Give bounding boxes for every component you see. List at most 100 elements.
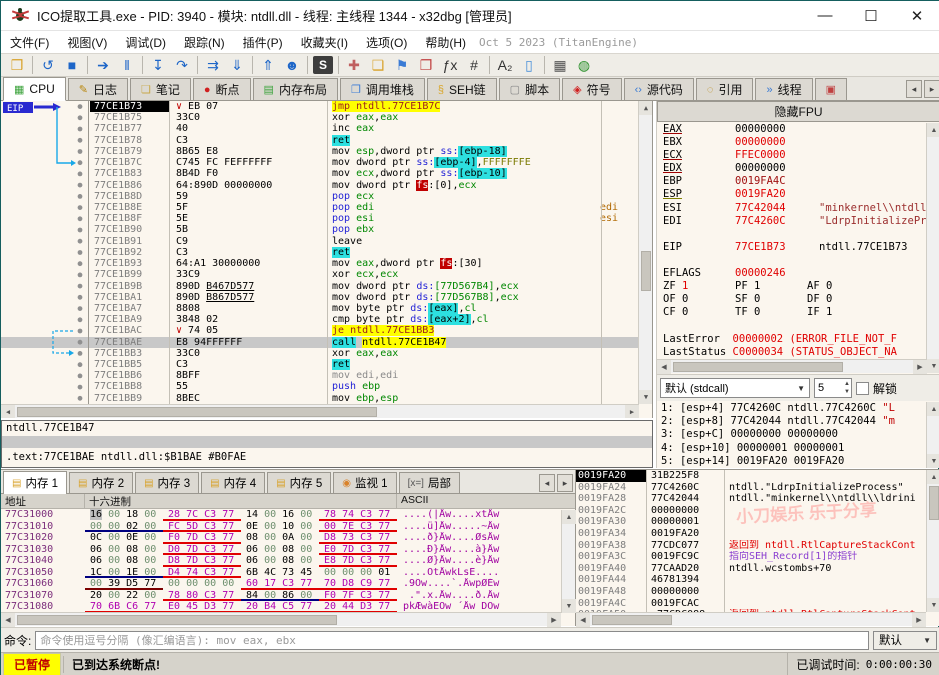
dump-hscrollbar[interactable]: ◀ ▶ — [1, 612, 561, 627]
tab-script[interactable]: ▢ 脚本 — [498, 78, 561, 100]
disasm-row[interactable]: 77CE1B92 C3 ret — [1, 246, 639, 258]
pause-button[interactable]: ‖ — [115, 54, 139, 76]
command-profile-select[interactable]: 默认 ▼ — [873, 630, 937, 650]
maximize-button[interactable]: ☐ — [848, 1, 894, 30]
stack-vscrollbar[interactable]: ▲ ▼ — [926, 470, 939, 612]
dump-tab-scroll-left-icon[interactable]: ◂ — [539, 474, 555, 492]
bookmarks-button[interactable]: ❐ — [414, 54, 438, 76]
trace-button[interactable]: S — [313, 56, 333, 74]
disasm-row[interactable]: 77CE1B73 ∨ EB 07 jmp ntdll.77CE1B7C — [1, 101, 639, 113]
dump-row[interactable]: 77C31020 0C 00 0E 00 F0 7D C3 77 08 00 0A 0… — [1, 532, 575, 544]
register-row-eip[interactable]: EIP 77CE1B73 ntdll.77CE1B73 — [657, 241, 927, 254]
disasm-row[interactable]: 77CE1BA1 890D B867D577 mov dword ptr ds:[7… — [1, 292, 639, 303]
scroll-right-icon[interactable]: ▶ — [912, 613, 926, 627]
disasm-row[interactable]: 77CE1B75 33C0 xor eax,eax — [1, 112, 639, 123]
disasm-row[interactable]: 77CE1BB5 C3 ret — [1, 359, 639, 371]
step-into-button[interactable]: ↧ — [146, 54, 170, 76]
scroll-up-icon[interactable]: ▲ — [639, 101, 652, 115]
comments-button[interactable]: ❏ — [366, 54, 390, 76]
disasm-row[interactable]: 77CE1BAC ∨ 74 05 je ntdll.77CE1BB3 — [1, 325, 639, 337]
stack-row[interactable]: 0019FA3C 0019FC9C 指向SEH_Record[1]的指针 — [576, 551, 939, 563]
last-status-row[interactable]: LastStatus C0000034 (STATUS_OBJECT_NA — [657, 346, 927, 359]
hide-fpu-button[interactable]: 隐藏FPU — [657, 101, 939, 122]
tab-breakpoints[interactable]: ● 断点 — [192, 78, 251, 100]
disasm-hscrollbar[interactable]: ◀ ▶ — [1, 404, 639, 418]
dump-vscrollbar[interactable]: ▲ ▼ — [561, 510, 576, 613]
flags-row[interactable]: ZF 1 PF 1 AF 0 — [657, 280, 927, 293]
dump-row[interactable]: 77C31040 06 00 08 00 D8 7D C3 77 06 00 08 0… — [1, 555, 575, 567]
disasm-row[interactable]: 77CE1B8D 59 pop ecx — [1, 191, 639, 202]
scroll-right-icon[interactable]: ▶ — [913, 360, 927, 374]
register-row-ebx[interactable]: EBX 00000000 — [657, 136, 927, 149]
disasm-row[interactable]: 77CE1B86 64:890D 00000000 mov dword ptr fs… — [1, 179, 639, 191]
argument-list[interactable]: 1: [esp+4] 77C4260C ntdll.77C4260C "L 2: … — [657, 402, 927, 468]
functions-button[interactable]: ƒx — [438, 54, 462, 76]
globe-button[interactable]: ◍ — [572, 54, 596, 76]
disasm-row[interactable]: 77CE1B90 5B pop ebx — [1, 224, 639, 235]
argument-count-stepper[interactable]: 5 ▲ ▼ — [814, 378, 852, 398]
tab-handles[interactable]: ▣ — [814, 78, 848, 100]
registers-vscrollbar[interactable]: ▲ ▼ — [926, 123, 939, 373]
stop-button[interactable]: ■ — [60, 54, 84, 76]
dump-rows[interactable]: 77C31000 16 00 18 00 28 7C C3 77 14 00 16 0… — [1, 509, 575, 612]
scroll-left-icon[interactable]: ◀ — [657, 360, 671, 374]
menu-n[interactable]: 跟踪(N) — [175, 32, 234, 53]
dump-tab-memory-1[interactable]: ▤ 内存 1 — [3, 471, 68, 494]
scroll-down-icon[interactable]: ▼ — [562, 599, 576, 613]
disasm-row[interactable]: 77CE1B8E 5F pop edi edi — [1, 202, 639, 213]
scroll-left-icon[interactable]: ◀ — [1, 613, 15, 627]
stack-rows[interactable]: 0019FA20 31B225F8 0019FA24 77C4260C ntdll."L… — [576, 470, 939, 612]
stack-row[interactable]: 0019FA48 00000000 — [576, 585, 939, 598]
unlock-checkbox[interactable] — [856, 381, 869, 395]
dump-row[interactable]: 77C31030 06 00 08 00 D0 7D C3 77 06 00 08 0… — [1, 544, 575, 556]
stack-row[interactable]: 0019FA30 00000001 — [576, 516, 939, 528]
disasm-row[interactable]: 77CE1B8F 5E pop esi esi — [1, 213, 639, 224]
scroll-down-icon[interactable]: ▼ — [927, 454, 939, 468]
hash-button[interactable]: # — [462, 54, 486, 76]
disasm-row[interactable]: 77CE1B7C C745 FC FEFFFFFF mov dword ptr ss… — [1, 157, 639, 169]
stack-row[interactable]: 0019FA2C 00000000 — [576, 504, 939, 517]
stack-row[interactable]: 0019FA38 77CDC077 返回到 ntdll.RtlCaptureStac… — [576, 539, 939, 552]
scroll-up-icon[interactable]: ▲ — [927, 402, 939, 416]
stack-row[interactable]: 0019FA24 77C4260C ntdll."LdrpInitializePro… — [576, 481, 939, 494]
scroll-down-icon[interactable]: ▼ — [927, 359, 939, 373]
tab-memory-map[interactable]: ▤ 内存布局 — [252, 78, 338, 100]
stack-row[interactable]: 0019FA34 0019FA20 — [576, 527, 939, 540]
argument-row[interactable]: 4: [esp+10] 00000001 00000001 — [657, 442, 927, 455]
disasm-row[interactable]: 77CE1B83 8B4D F0 mov ecx,dword ptr ss:[ebp… — [1, 168, 639, 180]
disassembly-pane[interactable]: 77CE1B73 ∨ EB 07 jmp ntdll.77CE1B7C 77CE1B7… — [1, 101, 653, 418]
font-button[interactable]: A₂ — [493, 54, 517, 76]
tab-threads[interactable]: » 线程 — [755, 78, 813, 100]
disasm-row[interactable]: 77CE1BB9 8BEC mov ebp,esp — [1, 393, 639, 404]
disasm-row[interactable]: 77CE1B78 C3 ret — [1, 134, 639, 146]
scroll-left-icon[interactable]: ◀ — [576, 613, 590, 627]
open-file-button[interactable]: ❒ — [5, 54, 29, 76]
disasm-row[interactable]: 77CE1B77 40 inc eax — [1, 123, 639, 134]
disasm-row[interactable]: 77CE1BAE E8 94FFFFFF call ntdll.77CE1B47 — [1, 336, 639, 348]
menu-h[interactable]: 帮助(H) — [416, 32, 475, 53]
dump-tab-memory-4[interactable]: ▤ 内存 4 — [201, 472, 266, 493]
disasm-row[interactable]: 77CE1BB6 8BFF mov edi,edi — [1, 370, 639, 381]
dump-tab-memory-2[interactable]: ▤ 内存 2 — [69, 472, 134, 493]
menu-p[interactable]: 插件(P) — [234, 32, 292, 53]
disassembly-rows[interactable]: 77CE1B73 ∨ EB 07 jmp ntdll.77CE1B7C 77CE1B7… — [1, 101, 639, 404]
register-row-edi[interactable]: EDI 77C4260C "LdrpInitializePro — [657, 215, 927, 228]
disasm-row[interactable]: 77CE1BB8 55 push ebp — [1, 381, 639, 392]
step-over-button[interactable]: ↷ — [170, 54, 194, 76]
scroll-left-icon[interactable]: ◀ — [1, 405, 15, 418]
tab-scroll-left-icon[interactable]: ◂ — [906, 80, 922, 98]
stack-row[interactable]: 0019FA4C 0019FCAC — [576, 597, 939, 610]
dump-tab-scroll-right-icon[interactable]: ▸ — [557, 474, 573, 492]
scroll-down-icon[interactable]: ▼ — [927, 598, 939, 612]
dump-row[interactable]: 77C31070 20 00 22 00 78 80 C3 77 84 00 86 0… — [1, 590, 575, 602]
disasm-row[interactable]: 77CE1BA9 3848 02 cmp byte ptr ds:[eax+2],c… — [1, 314, 639, 326]
close-button[interactable]: ✕ — [894, 1, 939, 30]
registers-hscrollbar[interactable]: ◀ ▶ — [657, 359, 927, 374]
scroll-up-icon[interactable]: ▲ — [562, 510, 576, 524]
restart-button[interactable]: ↺ — [36, 54, 60, 76]
tab-notes[interactable]: ❏ 笔记 — [129, 78, 191, 100]
step-out-button[interactable]: ⇑ — [256, 54, 280, 76]
flags-row[interactable]: OF 0 SF 0 DF 0 — [657, 293, 927, 306]
calculator-button[interactable]: ▦ — [548, 54, 572, 76]
register-row-esi[interactable]: ESI77C42044"minkernel\\ntdll\\ — [657, 202, 927, 215]
